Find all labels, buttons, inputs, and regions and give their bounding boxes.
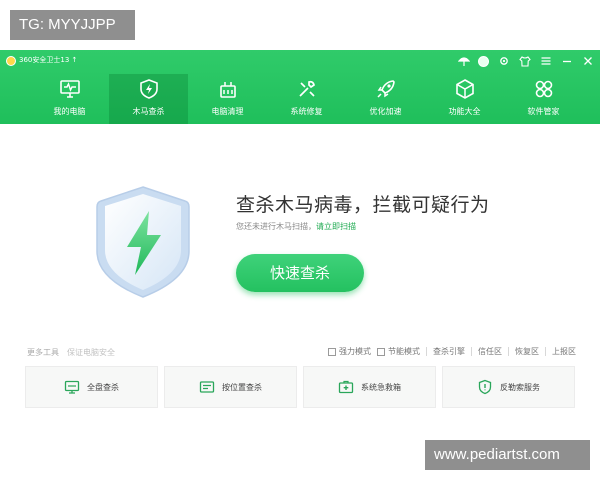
nav-item-pc-cleanup[interactable]: 电脑清理 bbox=[188, 74, 267, 124]
app-logo bbox=[6, 56, 16, 66]
monitor-icon bbox=[59, 78, 81, 100]
nav-label: 系统修复 bbox=[290, 107, 323, 116]
header: 360安全卫士13 ↑ 我的电脑 木马查杀 电脑清理 系统修复 优化加速 功能大… bbox=[0, 50, 600, 124]
shield-bolt-icon bbox=[138, 78, 160, 100]
divider bbox=[508, 347, 509, 356]
full-disk-scan-button[interactable]: 全盘查杀 bbox=[25, 366, 158, 408]
window-controls bbox=[457, 53, 594, 69]
nav-item-system-repair[interactable]: 系统修复 bbox=[267, 74, 346, 124]
scan-mode-cards: 全盘查杀 按位置查杀 系统急救箱 反勒索服务 bbox=[25, 366, 575, 408]
eco-mode-checkbox[interactable]: 节能模式 bbox=[377, 346, 420, 357]
close-icon[interactable] bbox=[581, 55, 594, 68]
power-mode-checkbox[interactable]: 强力模式 bbox=[328, 346, 371, 357]
shield-illustration bbox=[93, 183, 193, 301]
location-scan-button[interactable]: 按位置查杀 bbox=[164, 366, 297, 408]
divider bbox=[545, 347, 546, 356]
nav-item-speed-up[interactable]: 优化加速 bbox=[346, 74, 425, 124]
card-label: 按位置查杀 bbox=[222, 382, 262, 392]
scan-status-text: 您还未进行木马扫描，请立即扫描 bbox=[236, 221, 356, 232]
nav-item-function-suite[interactable]: 功能大全 bbox=[425, 74, 504, 124]
first-aid-icon bbox=[338, 379, 354, 395]
folder-scan-icon bbox=[199, 379, 215, 395]
avatar[interactable] bbox=[478, 55, 489, 67]
checkbox-box[interactable] bbox=[377, 347, 385, 356]
checkbox-label: 节能模式 bbox=[388, 347, 420, 356]
wrench-icon bbox=[296, 78, 318, 100]
shirt-icon[interactable] bbox=[518, 55, 531, 68]
divider bbox=[426, 347, 427, 356]
box-icon bbox=[454, 78, 476, 100]
card-label: 全盘查杀 bbox=[87, 382, 119, 392]
checkbox-box[interactable] bbox=[328, 347, 336, 356]
nav-label: 电脑清理 bbox=[211, 107, 244, 116]
title-bar: 360安全卫士13 ↑ bbox=[0, 50, 600, 72]
menu-icon[interactable] bbox=[539, 55, 552, 68]
trust-zone-link[interactable]: 信任区 bbox=[478, 346, 502, 357]
broom-icon bbox=[217, 78, 239, 100]
nav-label: 我的电脑 bbox=[53, 107, 86, 116]
more-tools-hint: 保证电脑安全 bbox=[67, 348, 115, 357]
nav-item-computer-checkup[interactable]: 我的电脑 bbox=[30, 74, 109, 124]
nav-item-trojan-scan[interactable]: 木马查杀 bbox=[109, 74, 188, 124]
divider bbox=[471, 347, 472, 356]
watermark-top: TG: MYYJJPP bbox=[10, 10, 135, 40]
system-first-aid-button[interactable]: 系统急救箱 bbox=[303, 366, 436, 408]
restore-zone-link[interactable]: 恢复区 bbox=[515, 346, 539, 357]
skin-icon[interactable] bbox=[457, 55, 470, 68]
minimize-icon[interactable] bbox=[560, 55, 573, 68]
checkbox-label: 强力模式 bbox=[339, 347, 371, 356]
scan-now-link[interactable]: 请立即扫描 bbox=[316, 222, 356, 231]
disk-scan-icon bbox=[64, 379, 80, 395]
card-label: 反勒索服务 bbox=[500, 382, 540, 392]
scan-status-prefix: 您还未进行木马扫描， bbox=[236, 222, 316, 231]
nav-label: 优化加速 bbox=[369, 107, 402, 116]
gear-icon[interactable] bbox=[497, 55, 510, 68]
report-zone-link[interactable]: 上报区 bbox=[552, 346, 576, 357]
quick-scan-button[interactable]: 快速查杀 bbox=[236, 254, 364, 292]
scan-engine-link[interactable]: 查杀引擎 bbox=[433, 346, 465, 357]
nav-label: 软件管家 bbox=[527, 107, 560, 116]
nav-item-software-manager[interactable]: 软件管家 bbox=[504, 74, 583, 124]
app-window: TG: MYYJJPP 360安全卫士13 ↑ 我的电脑 木马查杀 电脑清理 系… bbox=[0, 0, 600, 480]
anti-ransom-shield-icon bbox=[477, 379, 493, 395]
more-tools-label[interactable]: 更多工具 bbox=[27, 347, 59, 358]
rocket-icon bbox=[375, 78, 397, 100]
main-nav: 我的电脑 木马查杀 电脑清理 系统修复 优化加速 功能大全 软件管家 bbox=[0, 74, 600, 124]
nav-label: 木马查杀 bbox=[132, 107, 165, 116]
app-title: 360安全卫士13 ↑ bbox=[19, 56, 78, 64]
card-label: 系统急救箱 bbox=[361, 382, 401, 392]
scan-options: 强力模式 节能模式 查杀引擎 信任区 恢复区 上报区 bbox=[328, 346, 576, 357]
anti-ransomware-button[interactable]: 反勒索服务 bbox=[442, 366, 575, 408]
page-headline: 查杀木马病毒，拦截可疑行为 bbox=[236, 194, 490, 216]
more-tools: 更多工具 保证电脑安全 bbox=[27, 347, 115, 358]
nav-label: 功能大全 bbox=[448, 107, 481, 116]
puzzle-icon bbox=[533, 78, 555, 100]
watermark-bottom: www.pediartst.com bbox=[425, 440, 590, 470]
